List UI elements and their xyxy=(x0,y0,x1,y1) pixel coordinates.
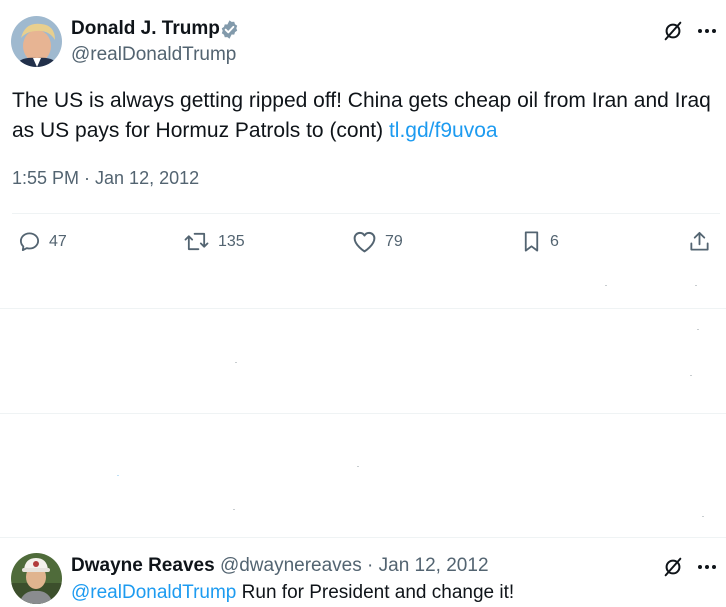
bookmark-count: 6 xyxy=(550,232,559,250)
reply-button[interactable]: 47 xyxy=(18,230,67,253)
reply-count: 47 xyxy=(49,232,67,250)
speck xyxy=(605,285,607,286)
grok-icon[interactable] xyxy=(660,554,686,580)
speck xyxy=(697,329,699,330)
tweet-body: The US is always getting ripped off! Chi… xyxy=(12,89,711,142)
divider xyxy=(0,537,726,538)
reply-text: @realDonaldTrump Run for President and c… xyxy=(71,582,514,604)
bookmark-icon xyxy=(524,231,539,252)
reply-icon xyxy=(19,232,40,252)
reply-author-avatar[interactable] xyxy=(11,553,62,604)
divider xyxy=(0,308,726,309)
author-name[interactable]: Donald J. Trump xyxy=(71,18,220,40)
verified-badge-icon xyxy=(219,19,240,45)
more-options-icon[interactable] xyxy=(694,18,720,44)
reply-separator: · xyxy=(361,555,379,576)
more-options-icon[interactable] xyxy=(694,554,720,580)
like-count: 79 xyxy=(385,232,403,250)
reply-date[interactable]: Jan 12, 2012 xyxy=(379,555,489,576)
speck xyxy=(695,285,697,286)
speck xyxy=(235,362,237,363)
reply-author-name[interactable]: Dwayne Reaves xyxy=(71,555,215,576)
heart-icon xyxy=(353,231,376,253)
bookmark-button[interactable]: 6 xyxy=(521,230,559,253)
retweet-button[interactable]: 135 xyxy=(183,230,245,253)
retweet-count: 135 xyxy=(218,232,245,250)
tweet-text: The US is always getting ripped off! Chi… xyxy=(12,86,712,146)
author-avatar[interactable] xyxy=(11,16,62,67)
speck xyxy=(702,516,704,517)
reply-body: Run for President and change it! xyxy=(236,582,515,603)
tweet-timestamp[interactable]: 1:55 PM · Jan 12, 2012 xyxy=(12,168,199,189)
tweet-link[interactable]: tl.gd/f9uvoa xyxy=(389,119,498,142)
reply-mention[interactable]: @realDonaldTrump xyxy=(71,582,236,603)
divider xyxy=(12,213,720,214)
reply-header: Dwayne Reaves @dwaynereaves · Jan 12, 20… xyxy=(71,555,489,577)
speck xyxy=(690,375,692,376)
grok-icon[interactable] xyxy=(660,18,686,44)
speck xyxy=(117,475,119,476)
share-button[interactable] xyxy=(688,230,711,253)
share-icon xyxy=(690,231,709,251)
reply-author-handle[interactable]: @dwaynereaves xyxy=(220,555,362,576)
speck xyxy=(233,509,235,510)
like-button[interactable]: 79 xyxy=(352,230,403,253)
retweet-icon xyxy=(184,232,209,251)
divider xyxy=(0,413,726,414)
speck xyxy=(357,466,359,467)
author-handle[interactable]: @realDonaldTrump xyxy=(71,44,236,66)
